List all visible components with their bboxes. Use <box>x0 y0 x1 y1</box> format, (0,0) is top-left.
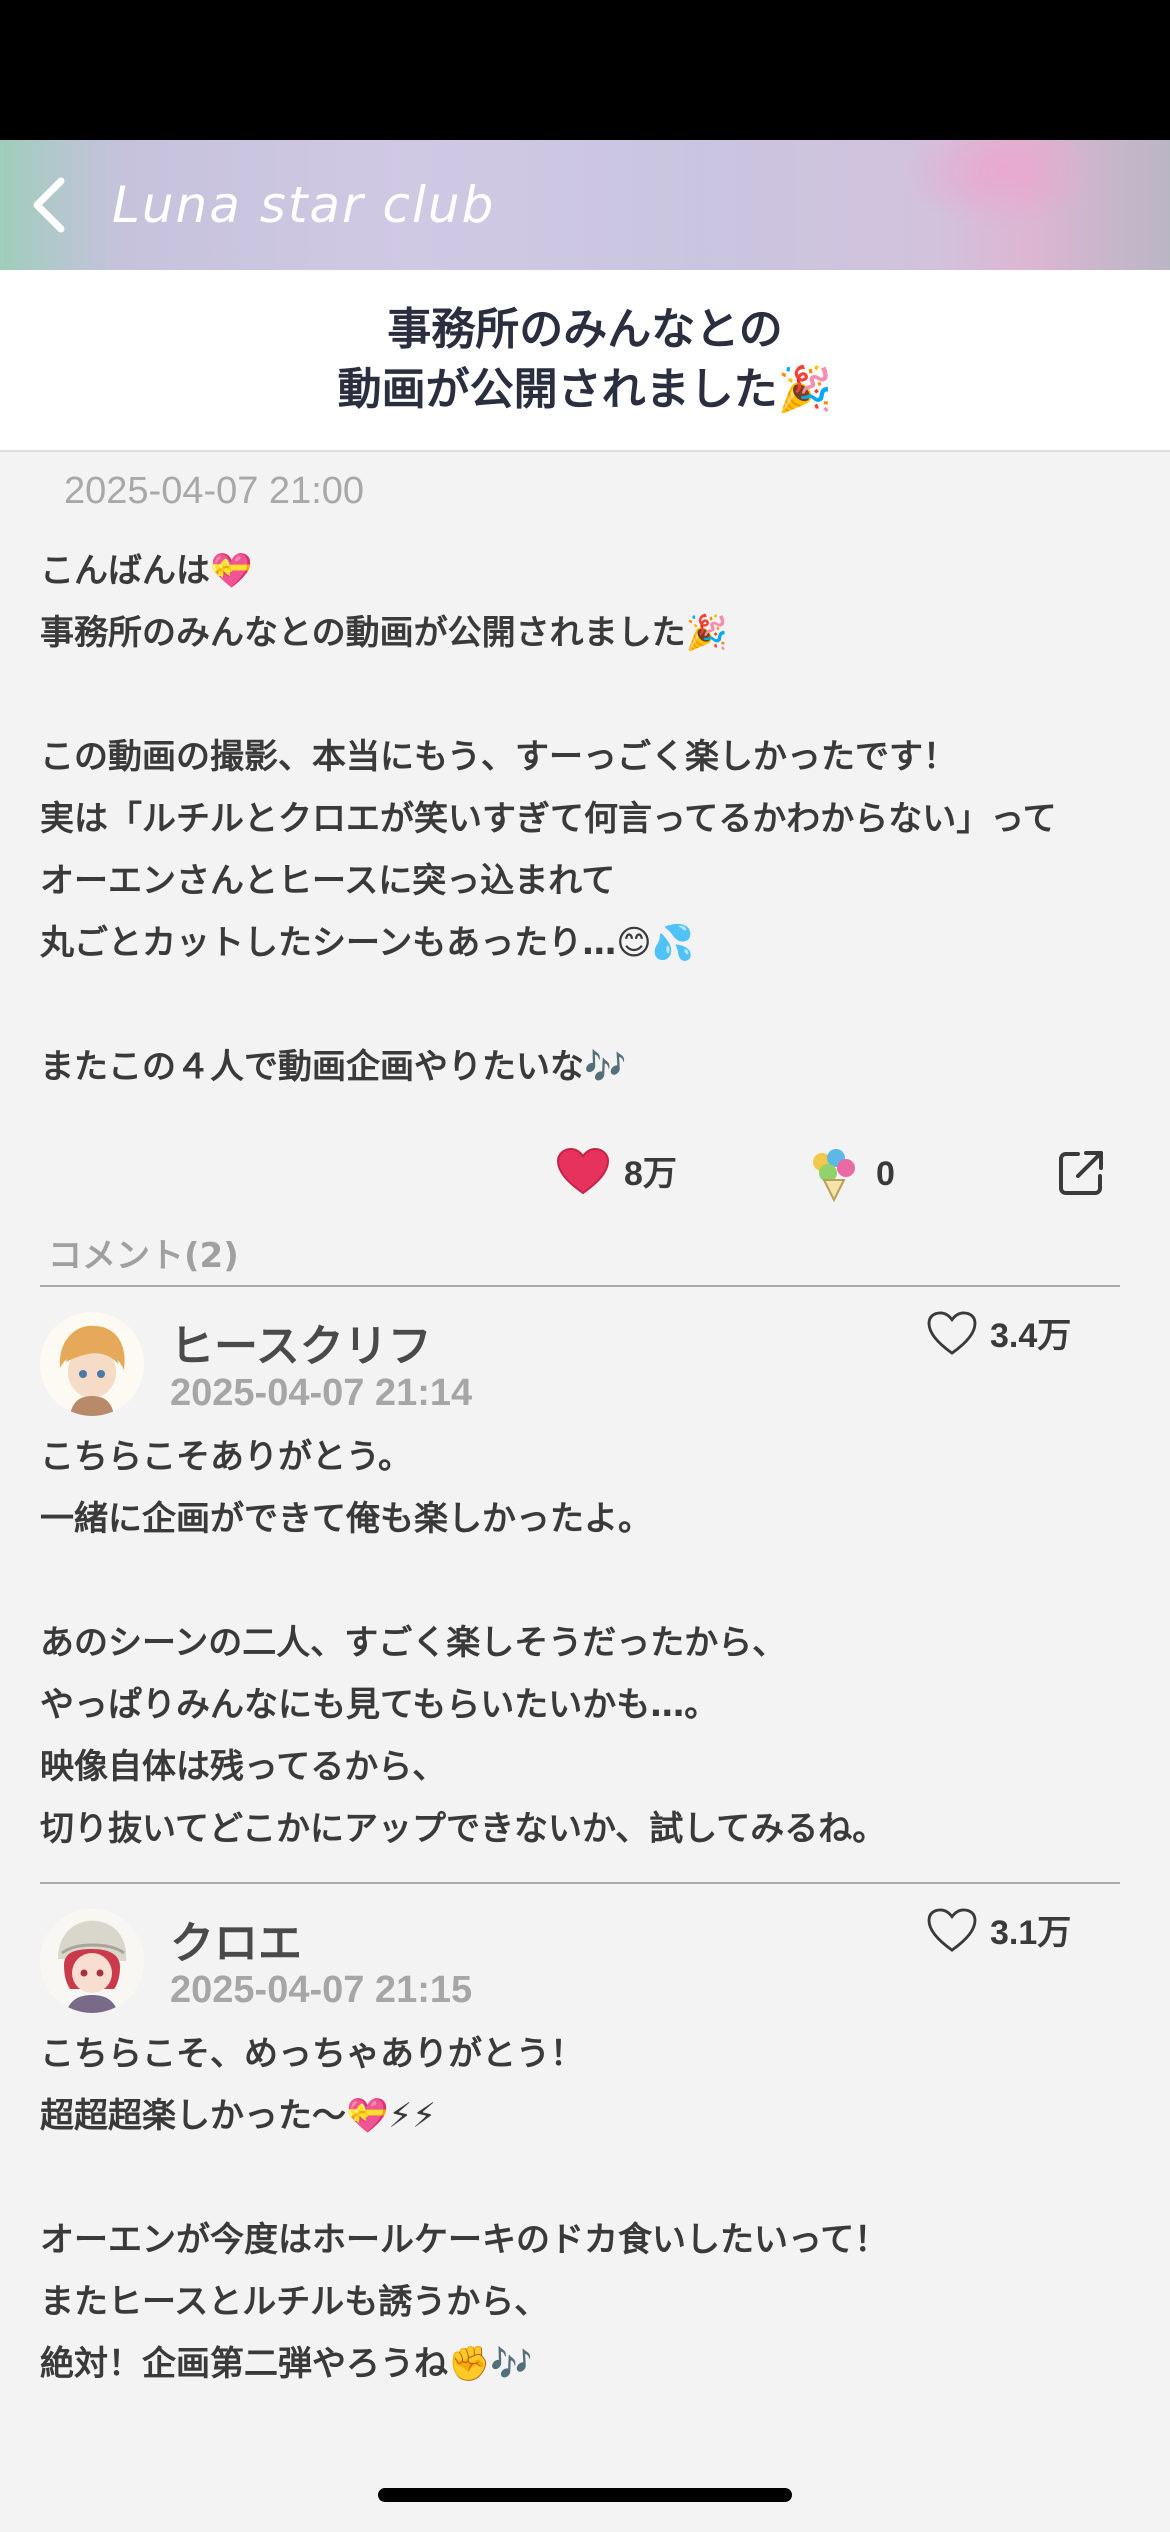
comment-body-line: 映像自体は残ってるから、 <box>40 1747 447 1787</box>
comment-like-count: 3.1万 <box>990 1914 1072 1952</box>
comments-label: コメント(2) <box>48 1236 239 1276</box>
comment-author[interactable]: ヒースクリフ <box>170 1310 432 1374</box>
post-body-line: またこの４人で動画企画やりたいな🎶 <box>40 1047 627 1087</box>
heart-outline-icon <box>927 1310 977 1355</box>
bouquet-icon <box>813 1149 855 1202</box>
post-title: 事務所のみんなとの 動画が公開されました🎉 <box>0 270 1170 452</box>
post-body-line <box>40 974 1140 1036</box>
flower-count: 0 <box>876 1154 895 1193</box>
comment-body-line: 一緒に企画ができて俺も楽しかったよ。 <box>40 1499 652 1539</box>
post-title-line: 事務所のみんなとの <box>387 304 783 355</box>
header-glow <box>900 140 1100 230</box>
status-bar <box>0 0 1170 140</box>
post-body-line <box>40 664 1140 726</box>
post-date: 2025-04-07 21:00 <box>64 470 365 512</box>
comment-like-count: 3.4万 <box>990 1317 1072 1355</box>
post-title-line: 動画が公開されました🎉 <box>337 364 833 415</box>
comment-body-line: 切り抜いてどこかにアップできないか、試してみるね。 <box>40 1809 887 1849</box>
app-header: Luna star club <box>0 140 1170 270</box>
avatar-chloe <box>40 1909 144 2013</box>
like-button[interactable]: 8万 <box>556 1146 677 1195</box>
comment-date: 2025-04-07 21:14 <box>170 1372 473 1414</box>
back-button[interactable] <box>14 170 84 240</box>
comment-author[interactable]: クロエ <box>170 1907 302 1971</box>
comments-divider <box>40 1285 1120 1287</box>
post-actions: 8万 0 <box>0 1140 1170 1210</box>
post-body-line: こんばんは💝 <box>40 551 253 591</box>
heart-filled-icon <box>556 1147 610 1194</box>
comment-divider <box>40 1882 1120 1884</box>
avatar-heathcliff <box>40 1312 144 1416</box>
post-body-line: この動画の撮影、本当にもう、すーっごく楽しかったです！ <box>40 737 957 777</box>
comment-body: こちらこそありがとう。 一緒に企画ができて俺も楽しかったよ。 あのシーンの二人、… <box>40 1426 1140 1860</box>
comment-date: 2025-04-07 21:15 <box>170 1969 473 2011</box>
post-body: こんばんは💝 事務所のみんなとの動画が公開されました🎉 この動画の撮影、本当にも… <box>40 540 1140 1098</box>
avatar[interactable] <box>40 1312 144 1416</box>
comment-body-line: またヒースとルチルも誘うから、 <box>40 2282 549 2322</box>
comment-body-line: 絶対！企画第二弾やろうね✊🎶 <box>40 2344 533 2384</box>
post-body-line: 事務所のみんなとの動画が公開されました🎉 <box>40 613 728 653</box>
comment-like-button[interactable]: 3.1万 <box>926 1905 1071 1954</box>
comment-body-line: オーエンが今度はホールケーキのドカ食いしたいって！ <box>40 2220 889 2260</box>
comment-body-line <box>40 2147 1140 2209</box>
flower-button[interactable]: 0 <box>806 1146 895 1202</box>
heart-outline-icon <box>927 1907 977 1952</box>
comment-body-line: 超超超楽しかった～💝⚡⚡ <box>40 2096 437 2136</box>
avatar[interactable] <box>40 1909 144 2013</box>
post-body-line: 丸ごとカットしたシーンもあったり…😊💦 <box>40 923 695 963</box>
comment-body-line: こちらこそありがとう。 <box>40 1437 412 1477</box>
home-indicator[interactable] <box>378 2488 792 2502</box>
post-body-line: オーエンさんとヒースに突っ込まれて <box>40 861 616 901</box>
comment-body: こちらこそ、めっちゃありがとう！ 超超超楽しかった～💝⚡⚡ オーエンが今度はホー… <box>40 2023 1140 2395</box>
share-button[interactable] <box>1056 1148 1106 1202</box>
chevron-left-icon <box>33 177 65 233</box>
like-count: 8万 <box>624 1155 677 1193</box>
comment-body-line: あのシーンの二人、すごく楽しそうだったから、 <box>40 1623 787 1663</box>
share-icon <box>1059 1151 1103 1195</box>
comment-body-line: こちらこそ、めっちゃありがとう！ <box>40 2034 584 2074</box>
app-title: Luna star club <box>112 176 496 234</box>
comment-body-line <box>40 1550 1140 1612</box>
post-body-line: 実は「ルチルとクロエが笑いすぎて何言ってるかわからない」って <box>40 799 1057 839</box>
comment-body-line: やっぱりみんなにも見てもらいたいかも…。 <box>40 1685 719 1725</box>
comment-like-button[interactable]: 3.4万 <box>926 1308 1071 1357</box>
